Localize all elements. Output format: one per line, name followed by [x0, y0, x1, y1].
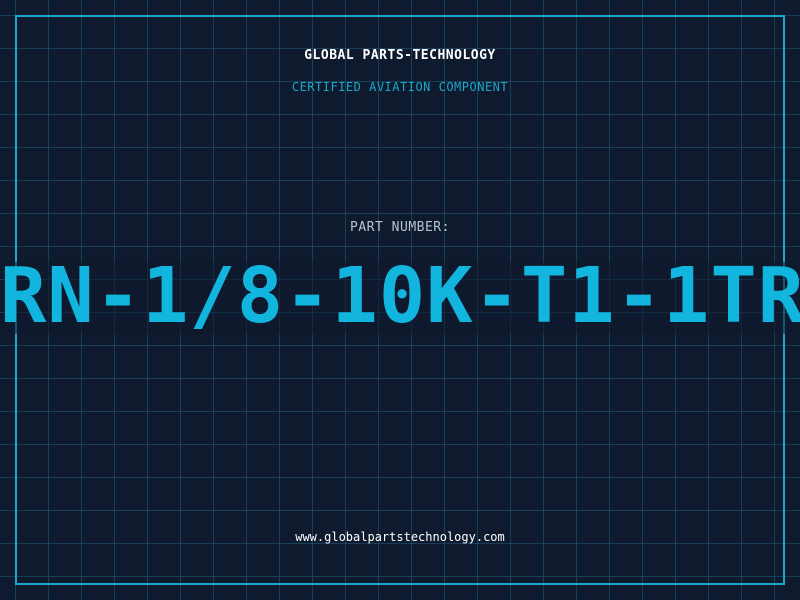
part-number-value: RN-1/8-10K-T1-1TR: [0, 252, 800, 341]
certification-subtitle: CERTIFIED AVIATION COMPONENT: [291, 80, 509, 94]
part-number-label: PART NUMBER:: [350, 220, 450, 235]
website-url: www.globalpartstechnology.com: [295, 530, 505, 544]
brand-name: GLOBAL PARTS-TECHNOLOGY: [304, 48, 496, 63]
part-card: GLOBAL PARTS-TECHNOLOGY CERTIFIED AVIATI…: [0, 0, 800, 600]
